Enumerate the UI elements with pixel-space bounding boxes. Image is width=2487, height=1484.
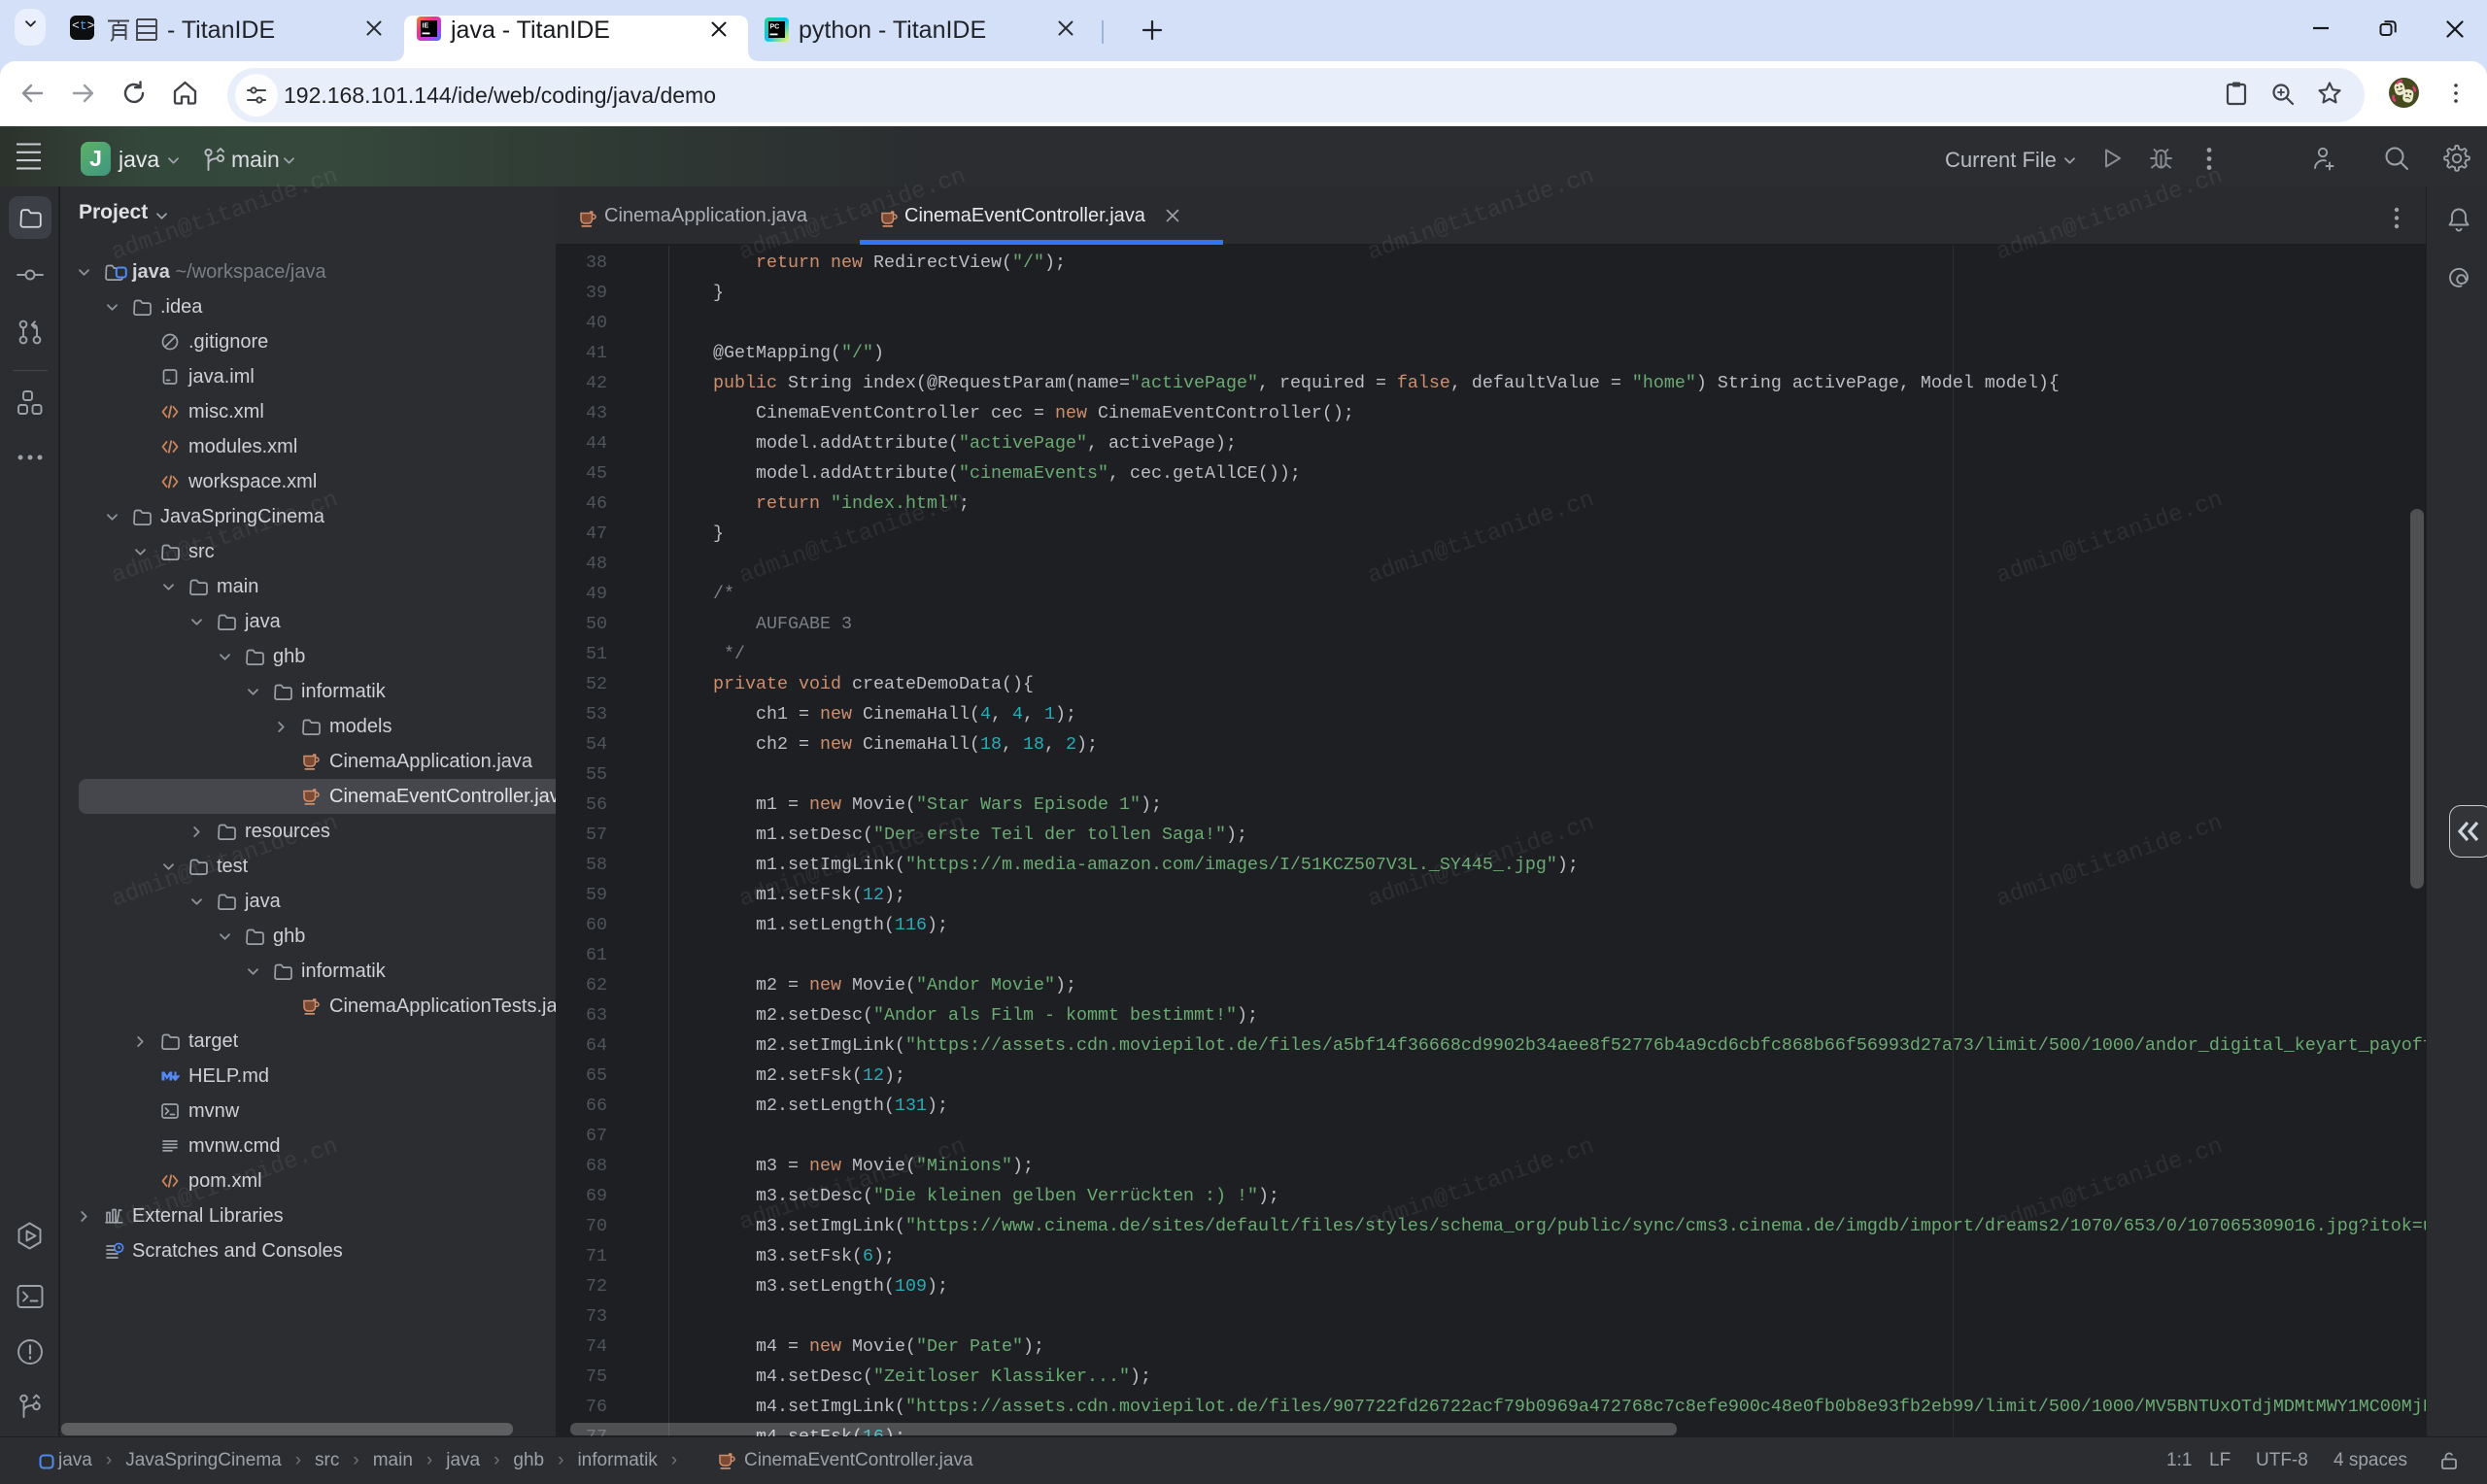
svg-text:IE: IE xyxy=(423,23,429,30)
svg-text:PC: PC xyxy=(770,24,780,31)
